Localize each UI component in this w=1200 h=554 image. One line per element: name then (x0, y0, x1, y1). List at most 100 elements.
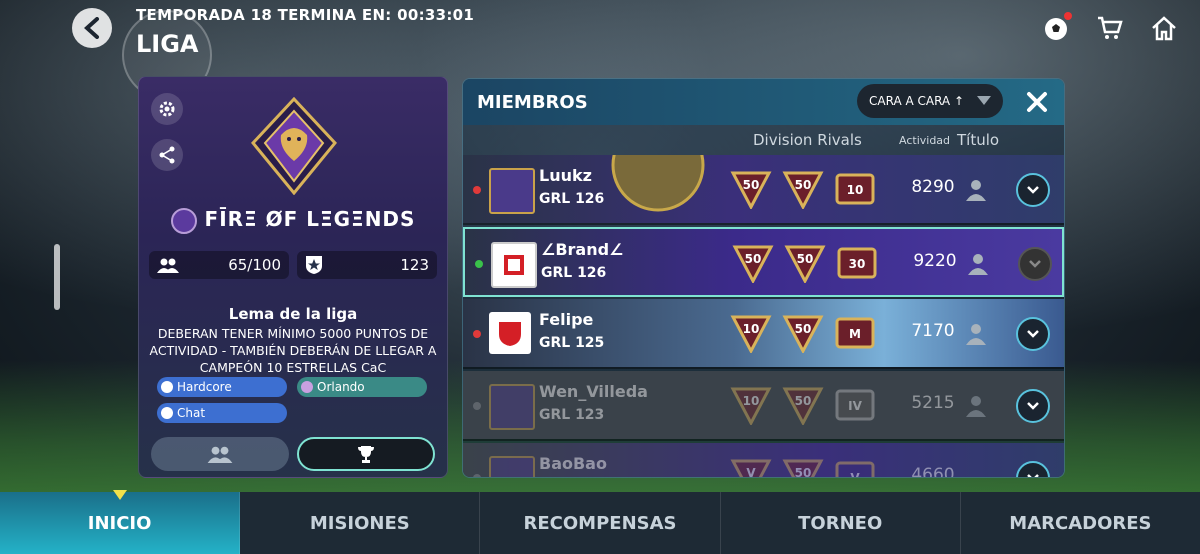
tag-chat[interactable]: Chat (157, 403, 287, 423)
rank-emblem-icon: 50 (782, 387, 824, 425)
chevron-down-icon (977, 96, 991, 105)
rank-emblem-icon: 30 (837, 247, 877, 279)
club-crest-icon (504, 255, 524, 275)
expand-button[interactable] (1016, 173, 1050, 207)
expand-button[interactable] (1018, 247, 1052, 281)
rank-emblem-icon: 10 (730, 315, 772, 353)
tab-trophy[interactable] (297, 437, 435, 471)
member-row[interactable]: ∠Brand∠ GRL 126 50 50 30 9220 (463, 227, 1064, 297)
status-dot (473, 330, 481, 338)
season-timer: TEMPORADA 18 TERMINA EN: 00:33:01 (136, 6, 475, 24)
member-name: Felipe (539, 310, 594, 329)
person-icon (968, 254, 988, 275)
group-icon (157, 258, 179, 273)
svg-text:50: 50 (745, 252, 762, 266)
col-division-rivals: Division Rivals (753, 131, 862, 149)
svg-text:50: 50 (795, 394, 812, 408)
expand-button[interactable] (1016, 389, 1050, 423)
rank-shield-icon (306, 256, 322, 274)
notification-dot (1064, 12, 1072, 20)
share-button[interactable] (151, 139, 183, 171)
back-button[interactable] (72, 8, 112, 48)
nav-marcadores[interactable]: MARCADORES (961, 492, 1200, 554)
home-icon (1152, 16, 1176, 41)
nav-recompensas[interactable]: RECOMPENSAS (480, 492, 721, 554)
nav-torneo[interactable]: TORNEO (721, 492, 961, 554)
members-count-value: 65/100 (228, 256, 281, 274)
tag-hardcore[interactable]: Hardcore (157, 377, 287, 397)
rank-emblem-icon: M (835, 317, 875, 349)
chevron-down-icon (1029, 260, 1041, 268)
share-icon (159, 146, 175, 164)
league-name-row: FĪRΞ ØF LΞGΞNDS (139, 207, 447, 234)
svg-text:M: M (849, 327, 861, 341)
active-indicator-icon (112, 490, 127, 500)
member-row[interactable]: Luukz GRL 126 50 50 10 8290 (463, 155, 1064, 225)
members-title: MIEMBROS (477, 92, 588, 113)
member-badge-icon (491, 242, 537, 288)
rank-emblem-icon: V (730, 459, 772, 478)
motto-title: Lema de la liga (228, 305, 358, 323)
member-name: Luukz (539, 166, 592, 185)
svg-text:50: 50 (795, 466, 812, 478)
top-icons (1040, 12, 1180, 44)
svg-text:30: 30 (849, 257, 866, 271)
chevron-down-icon (1027, 186, 1039, 194)
trophy-icon (358, 446, 374, 463)
member-row[interactable]: Wen_Villeda GRL 123 10 50 IV 5215 (463, 371, 1064, 441)
svg-text:10: 10 (847, 183, 864, 197)
status-dot (473, 474, 481, 477)
person-icon (966, 180, 986, 201)
members-panel: MIEMBROS CARA A CARA ↑ Division Rivals A… (462, 78, 1065, 478)
store-button[interactable] (1094, 12, 1126, 44)
nav-misiones[interactable]: MISIONES (240, 492, 481, 554)
sort-label: CARA A CARA ↑ (869, 94, 965, 108)
close-button[interactable] (1026, 87, 1048, 120)
svg-text:10: 10 (743, 322, 760, 336)
rank-emblem-icon: 50 (782, 315, 824, 353)
league-rank: 123 (297, 251, 437, 279)
club-icon (301, 381, 313, 393)
sort-dropdown[interactable]: CARA A CARA ↑ (857, 84, 1003, 118)
close-icon (1027, 92, 1047, 112)
nav-inicio[interactable]: INICIO (0, 490, 241, 554)
rank-emblem-icon: 50 (730, 171, 772, 209)
member-name: Wen_Villeda (539, 382, 648, 401)
orlando-badge-icon (170, 207, 197, 234)
ball-decoration-icon (611, 155, 705, 212)
rank-emblem-icon: 50 (784, 245, 826, 283)
tag-orlando[interactable]: Orlando (297, 377, 427, 397)
tab-members[interactable] (151, 437, 289, 471)
member-row[interactable]: BaoBao V 50 V 4660 (463, 443, 1064, 478)
settings-button[interactable] (151, 93, 183, 125)
svg-text:10: 10 (743, 394, 760, 408)
member-badge-icon (489, 456, 535, 477)
chevron-down-icon (1027, 402, 1039, 410)
expand-button[interactable] (1016, 317, 1050, 351)
member-grl: GRL 126 (539, 191, 605, 207)
svg-text:V: V (746, 466, 756, 478)
member-badge-icon (489, 384, 535, 430)
page-title: LIGA (136, 30, 199, 58)
side-handle[interactable] (54, 244, 60, 310)
rank-emblem-icon: 50 (732, 245, 774, 283)
rank-emblem-icon: 50 (782, 171, 824, 209)
col-title: Título (957, 131, 1000, 149)
bottom-nav: INICIO MISIONES RECOMPENSAS TORNEO MARCA… (0, 490, 1200, 554)
svg-text:50: 50 (797, 252, 814, 266)
member-grl: GRL 126 (541, 265, 607, 281)
members-header: MIEMBROS CARA A CARA ↑ (463, 79, 1064, 125)
member-name: BaoBao (539, 454, 607, 473)
ball-button[interactable] (1040, 12, 1072, 44)
league-name: FĪRΞ ØF LΞGΞNDS (204, 207, 416, 231)
league-rank-value: 123 (400, 256, 429, 274)
member-activity: 8290 (911, 177, 955, 197)
member-activity: 7170 (911, 321, 955, 341)
motto-text: DEBERAN TENER MÍNIMO 5000 PUNTOS DE ACTI… (149, 326, 437, 375)
member-row[interactable]: Felipe GRL 125 10 50 M 7170 (463, 299, 1064, 369)
home-button[interactable] (1148, 12, 1180, 44)
cart-icon (1098, 16, 1123, 39)
ball-icon (161, 381, 173, 393)
col-activity: Actividad (899, 134, 951, 147)
club-crest-icon (499, 322, 521, 346)
